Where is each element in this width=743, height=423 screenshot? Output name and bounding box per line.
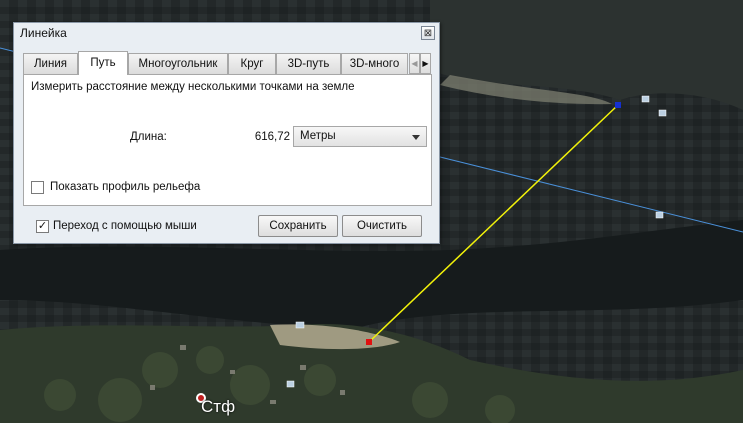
tab-scroll-left-icon[interactable]: ◀ [409,53,420,74]
tab-3d-polygon[interactable]: 3D-много [341,53,408,74]
unit-select-value: Метры [300,130,336,142]
tab-scroll: ◀ ▶ [409,53,431,74]
tab-line[interactable]: Линия [23,53,78,74]
tab-path[interactable]: Путь [78,51,128,75]
clear-button[interactable]: Очистить [342,215,422,237]
tab-polygon[interactable]: Многоугольник [128,53,228,74]
elevation-profile-label[interactable]: Показать профиль рельефа [50,181,200,193]
length-value: 616,72 [254,131,290,143]
save-button[interactable]: Сохранить [258,215,338,237]
tab-circle[interactable]: Круг [228,53,276,74]
chevron-down-icon [412,135,420,140]
path-end-point[interactable] [615,102,621,108]
tab-strip: Линия Путь Многоугольник Круг 3D-путь 3D… [23,51,431,75]
close-icon[interactable]: ⊠ [421,26,435,40]
dialog-title: Линейка [20,26,67,40]
mouse-navigation-label[interactable]: Переход с помощью мыши [53,220,197,232]
tab-3d-path[interactable]: 3D-путь [276,53,341,74]
mouse-navigation-checkbox[interactable]: ✓ [36,220,49,233]
place-label[interactable]: Стф [201,397,235,417]
ruler-dialog: Линейка ⊠ Линия Путь Многоугольник Круг … [13,22,440,244]
path-tab-panel: Измерить расстояние между несколькими то… [23,74,432,206]
unit-select[interactable]: Метры [293,126,427,147]
elevation-profile-checkbox[interactable] [31,181,44,194]
measure-description: Измерить расстояние между несколькими то… [31,81,355,93]
tab-scroll-right-icon[interactable]: ▶ [420,53,431,74]
length-label: Длина: [130,131,167,143]
title-bar[interactable]: Линейка ⊠ [14,23,439,45]
path-start-point[interactable] [366,339,372,345]
